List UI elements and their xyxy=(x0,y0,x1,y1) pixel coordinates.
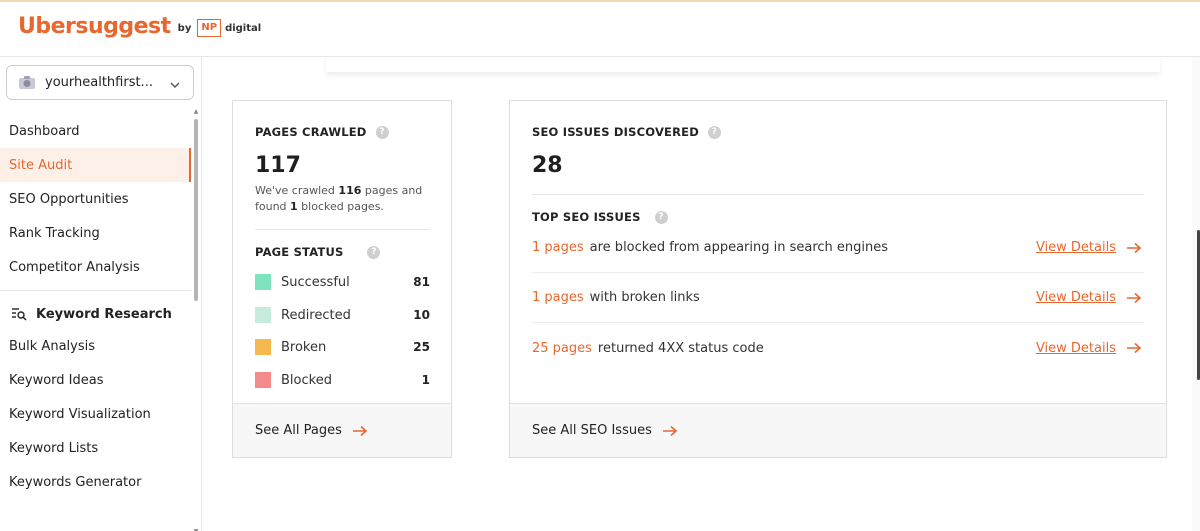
logo-digital: digital xyxy=(225,22,262,34)
view-details-label: View Details xyxy=(1035,240,1116,255)
status-row-successful: Successful 81 xyxy=(255,273,430,291)
divider xyxy=(255,229,430,230)
top-seo-issues-title: TOP SEO ISSUES ? xyxy=(532,210,668,224)
divider xyxy=(532,194,1144,195)
issue-text: are blocked from appearing in search eng… xyxy=(589,240,889,255)
issue-count-link[interactable]: 1 pages xyxy=(532,240,584,255)
pages-crawled-count: 117 xyxy=(255,153,301,178)
logo-text: Ubersuggest xyxy=(18,14,171,39)
view-details-link[interactable]: View Details xyxy=(1036,341,1142,356)
status-row-redirected: Redirected 10 xyxy=(255,306,430,324)
view-details-label: View Details xyxy=(1035,340,1116,356)
page-status-title: PAGE STATUS ? xyxy=(255,245,381,259)
arrow-right-icon xyxy=(352,425,368,437)
help-icon[interactable]: ? xyxy=(707,125,721,139)
sidebar-scroll-thumb[interactable] xyxy=(194,119,198,301)
sidebar-item-site-audit[interactable]: Site Audit xyxy=(0,148,191,182)
view-details-label: View Details xyxy=(1035,290,1116,305)
previous-card-bottom xyxy=(326,57,1160,72)
np-logo-box: NP xyxy=(197,19,222,37)
see-all-pages-link[interactable]: See All Pages xyxy=(233,403,451,457)
sidebar-nav: Dashboard Site Audit SEO Opportunities R… xyxy=(0,114,191,499)
see-all-seo-issues-link[interactable]: See All SEO Issues xyxy=(510,403,1166,457)
pages-crawled-card: PAGES CRAWLED ? 117 We've crawled 116 pa… xyxy=(232,100,452,458)
app-header: Ubersuggest by NP digital xyxy=(0,2,1200,57)
seo-issues-count: 28 xyxy=(532,153,563,178)
status-swatch xyxy=(255,339,271,355)
sidebar-section-keyword-research[interactable]: Keyword Research xyxy=(0,299,191,329)
status-swatch xyxy=(255,307,271,323)
status-swatch xyxy=(255,372,271,388)
keyword-search-icon xyxy=(11,307,27,321)
seo-issue-row: 25 pages returned 4XX status code View D… xyxy=(532,323,1144,373)
desc-text: We've crawled xyxy=(255,184,339,197)
desc-text: pages and xyxy=(361,184,423,197)
seo-issues-title: SEO ISSUES DISCOVERED ? xyxy=(532,125,721,139)
view-details-link[interactable]: View Details xyxy=(1036,240,1142,255)
sidebar-item-competitor-analysis[interactable]: Competitor Analysis xyxy=(0,250,191,284)
sidebar-item-keyword-ideas[interactable]: Keyword Ideas xyxy=(0,363,191,397)
pages-crawled-title-text: PAGES CRAWLED xyxy=(255,125,367,139)
sidebar-item-dashboard[interactable]: Dashboard xyxy=(0,114,191,148)
desc-crawled-num: 116 xyxy=(338,184,362,197)
sidebar-item-keywords-generator[interactable]: Keywords Generator xyxy=(0,465,191,499)
top-seo-issues-title-text: TOP SEO ISSUES xyxy=(532,210,641,224)
sidebar-section-label: Keyword Research xyxy=(36,306,172,322)
seo-issue-row: 1 pages are blocked from appearing in se… xyxy=(532,223,1144,273)
chevron-down-icon xyxy=(169,76,181,88)
page-status-title-text: PAGE STATUS xyxy=(255,245,344,259)
view-details-link[interactable]: View Details xyxy=(1036,290,1142,305)
sidebar-scrollbar[interactable]: ▲ ▼ xyxy=(193,107,199,531)
project-favicon-icon xyxy=(17,75,37,91)
seo-issues-card: SEO ISSUES DISCOVERED ? 28 TOP SEO ISSUE… xyxy=(509,100,1167,458)
help-icon[interactable]: ? xyxy=(375,125,389,139)
issue-count-link[interactable]: 25 pages xyxy=(532,341,592,356)
status-value: 25 xyxy=(413,340,430,354)
sidebar-item-keyword-lists[interactable]: Keyword Lists xyxy=(0,431,191,465)
ubersuggest-logo[interactable]: Ubersuggest by NP digital xyxy=(18,14,261,39)
status-label: Blocked xyxy=(281,372,332,388)
arrow-right-icon xyxy=(1126,342,1142,354)
sidebar-divider xyxy=(0,290,191,291)
logo-by: by xyxy=(177,22,192,34)
status-label: Successful xyxy=(281,274,350,290)
sidebar-item-seo-opportunities[interactable]: SEO Opportunities xyxy=(0,182,191,216)
seo-issue-row: 1 pages with broken links View Details xyxy=(532,273,1144,323)
seo-issues-title-text: SEO ISSUES DISCOVERED xyxy=(532,125,699,139)
help-icon[interactable]: ? xyxy=(654,210,668,224)
status-label: Redirected xyxy=(281,307,351,323)
status-row-broken: Broken 25 xyxy=(255,338,430,356)
status-swatch xyxy=(255,274,271,290)
pages-crawled-title: PAGES CRAWLED ? xyxy=(255,125,389,139)
arrow-right-icon xyxy=(1126,242,1142,254)
see-all-seo-issues-label: See All SEO Issues xyxy=(532,423,652,438)
sidebar-item-keyword-visualization[interactable]: Keyword Visualization xyxy=(0,397,191,431)
project-selector[interactable]: yourhealthfirst... xyxy=(6,65,194,100)
issue-text: with broken links xyxy=(589,290,700,305)
arrow-right-icon xyxy=(1126,292,1142,304)
project-name: yourhealthfirst... xyxy=(45,75,153,90)
sidebar: yourhealthfirst... Dashboard Site Audit … xyxy=(0,57,202,531)
help-icon[interactable]: ? xyxy=(367,245,381,259)
issue-text: returned 4XX status code xyxy=(597,340,764,356)
desc-blocked-num: 1 xyxy=(290,200,298,213)
status-value: 81 xyxy=(413,275,430,289)
scroll-up-icon[interactable]: ▲ xyxy=(193,109,199,115)
see-all-pages-label: See All Pages xyxy=(255,423,342,438)
status-value: 10 xyxy=(413,308,430,322)
pages-crawled-description: We've crawled 116 pages and found 1 bloc… xyxy=(255,183,435,215)
desc-text: found xyxy=(255,200,291,213)
status-row-blocked: Blocked 1 xyxy=(255,371,430,389)
desc-text: blocked pages. xyxy=(297,200,384,213)
status-value: 1 xyxy=(421,373,430,387)
status-label: Broken xyxy=(281,339,327,355)
arrow-right-icon xyxy=(662,425,678,437)
issue-count-link[interactable]: 1 pages xyxy=(532,290,584,305)
sidebar-item-rank-tracking[interactable]: Rank Tracking xyxy=(0,216,191,250)
sidebar-item-bulk-analysis[interactable]: Bulk Analysis xyxy=(0,329,191,363)
